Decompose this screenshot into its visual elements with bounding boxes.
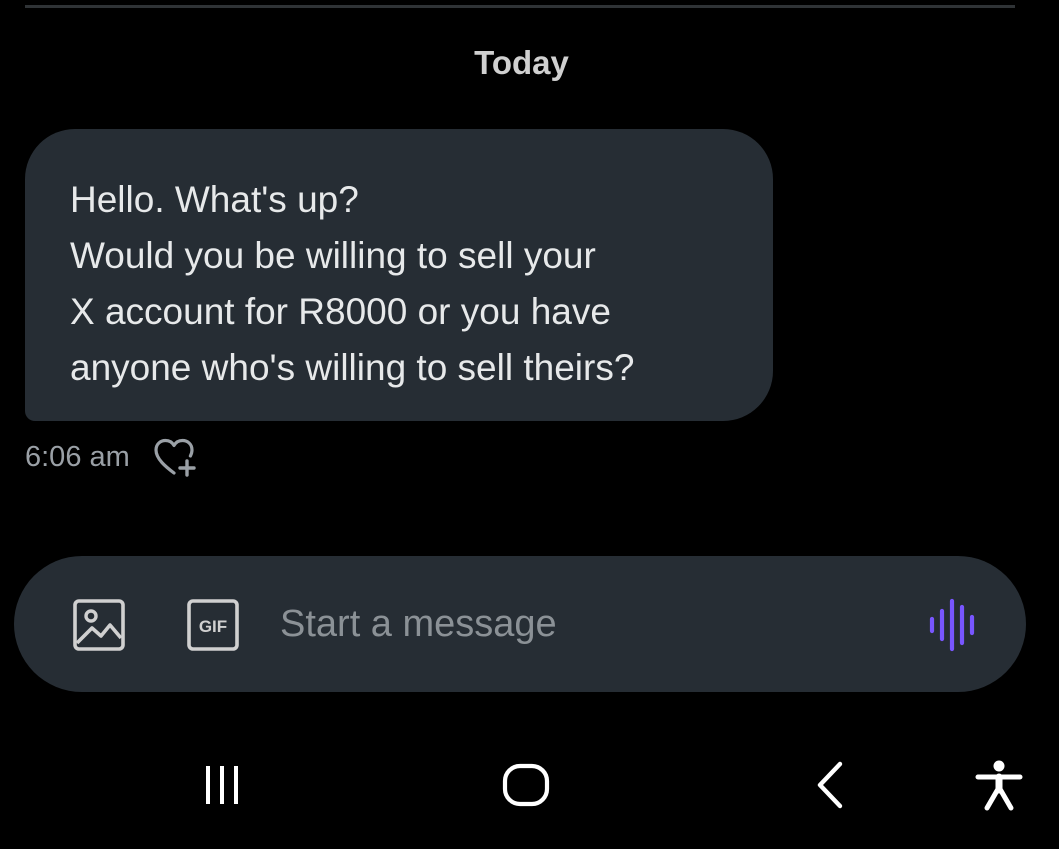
message-timestamp: 6:06 am bbox=[25, 440, 130, 473]
message-text-line: Would you be willing to sell your bbox=[70, 235, 596, 276]
home-button[interactable] bbox=[495, 758, 557, 812]
add-reaction-button[interactable] bbox=[150, 436, 200, 478]
dm-conversation-screen: Today Hello. What's up? Would you be wil… bbox=[0, 0, 1059, 849]
message-text-line: X account for R8000 or you have bbox=[70, 291, 611, 332]
message-bubble[interactable]: Hello. What's up? Would you be willing t… bbox=[25, 129, 773, 421]
heart-plus-icon bbox=[154, 438, 196, 477]
gif-icon: GIF bbox=[187, 599, 239, 651]
accessibility-button[interactable] bbox=[970, 756, 1028, 814]
recent-apps-button[interactable] bbox=[192, 760, 252, 810]
message-meta: 6:06 am bbox=[25, 436, 200, 478]
message-input[interactable] bbox=[280, 594, 880, 654]
system-navigation-bar bbox=[0, 740, 1059, 830]
home-icon bbox=[502, 763, 550, 807]
message-composer: GIF bbox=[14, 556, 1026, 692]
add-photo-button[interactable] bbox=[72, 598, 126, 652]
header-divider bbox=[25, 5, 1015, 8]
voice-message-button[interactable] bbox=[924, 596, 984, 654]
voice-waveform-icon bbox=[929, 598, 975, 652]
back-icon bbox=[817, 761, 843, 809]
date-separator: Today bbox=[474, 44, 569, 81]
recent-apps-icon bbox=[206, 766, 238, 804]
image-icon bbox=[73, 599, 125, 651]
add-gif-button[interactable]: GIF bbox=[186, 598, 240, 652]
message-text-line: anyone who's willing to sell theirs? bbox=[70, 347, 635, 388]
back-button[interactable] bbox=[805, 758, 855, 812]
message-text-line: Hello. What's up? bbox=[70, 179, 359, 220]
gif-label: GIF bbox=[199, 617, 227, 636]
accessibility-icon bbox=[975, 760, 1023, 811]
